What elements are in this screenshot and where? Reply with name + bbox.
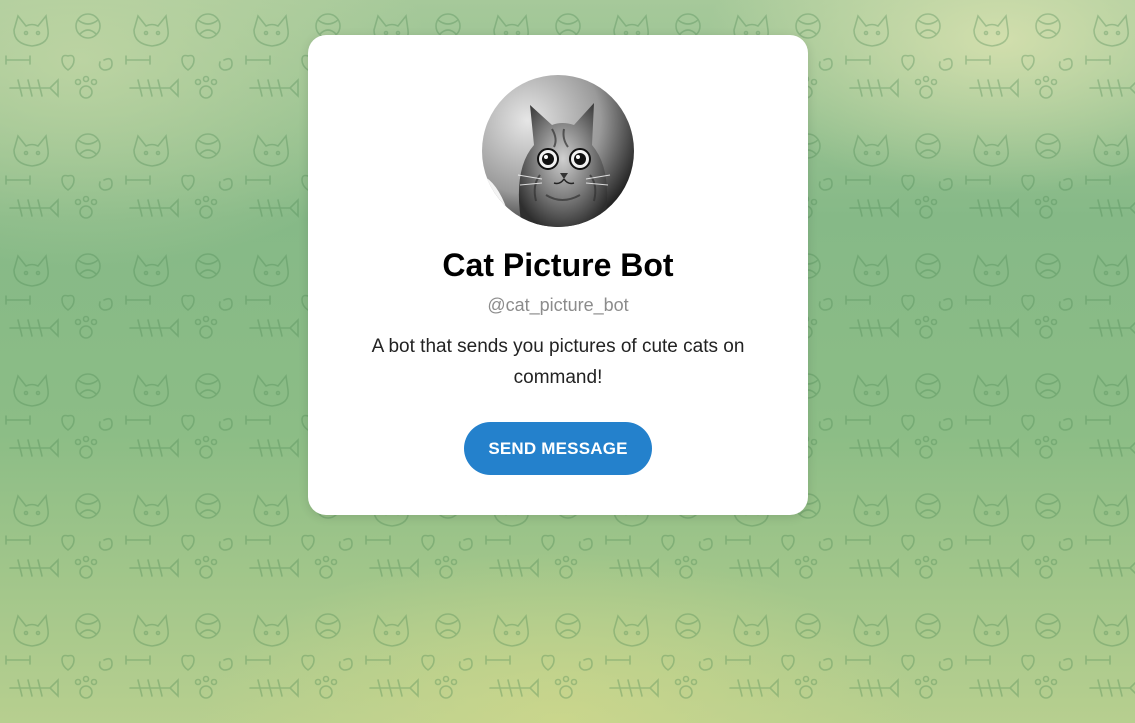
bot-name: Cat Picture Bot	[442, 247, 674, 283]
bot-card: Cat Picture Bot @cat_picture_bot A bot t…	[308, 35, 808, 515]
bot-avatar	[482, 75, 634, 227]
cat-photo-icon	[482, 75, 634, 227]
send-message-button[interactable]: SEND MESSAGE	[464, 422, 652, 475]
bot-description: A bot that sends you pictures of cute ca…	[371, 336, 745, 388]
bot-username: @cat_picture_bot	[487, 295, 629, 315]
